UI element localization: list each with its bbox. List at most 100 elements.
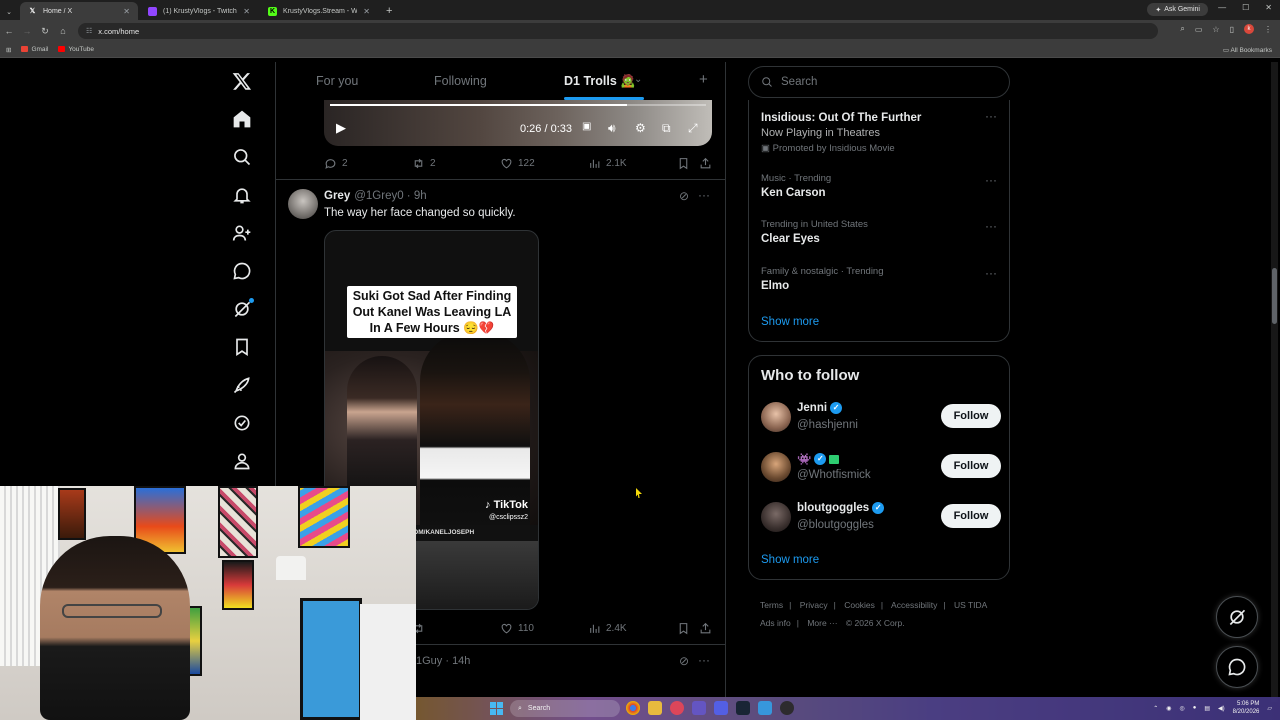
- more-options-icon[interactable]: ···: [985, 266, 997, 280]
- views-button[interactable]: 2.4K: [588, 622, 627, 635]
- apps-icon[interactable]: ⊞: [6, 46, 11, 54]
- url-field[interactable]: ☷ x.com/home: [78, 23, 1158, 39]
- maximize-icon[interactable]: ☐: [1242, 3, 1249, 12]
- ask-gemini-button[interactable]: ✦ Ask Gemini: [1147, 3, 1208, 16]
- menu-icon[interactable]: ⋮: [1264, 25, 1272, 34]
- repost-button[interactable]: 2: [412, 157, 436, 170]
- home-nav-icon[interactable]: [222, 100, 262, 138]
- verified-orgs-icon[interactable]: [222, 404, 262, 442]
- show-more-trends-link[interactable]: Show more: [761, 316, 819, 328]
- volume-icon[interactable]: 🔊︎: [608, 121, 616, 136]
- follow-button[interactable]: Follow: [941, 404, 1001, 428]
- profile-icon[interactable]: [222, 442, 262, 480]
- share-button[interactable]: [699, 622, 712, 635]
- grok-floating-button[interactable]: [1216, 596, 1258, 638]
- follow-suggestion[interactable]: Jenni ✓ @hashjenni Follow: [761, 402, 1001, 436]
- more-options-icon[interactable]: ···: [985, 109, 997, 123]
- footer-link-privacy[interactable]: Privacy: [800, 600, 828, 610]
- tray-overflow-icon[interactable]: ⌃: [1153, 705, 1158, 712]
- footer-link-more[interactable]: More ···: [807, 618, 837, 628]
- app-icon[interactable]: [758, 701, 772, 715]
- chat-bubble-icon[interactable]: [222, 252, 262, 290]
- scrollbar-track[interactable]: [1271, 62, 1278, 702]
- bookmark-gmail[interactable]: Gmail: [21, 46, 48, 53]
- all-bookmarks-button[interactable]: ▭ All Bookmarks: [1223, 46, 1272, 54]
- bookmark-button[interactable]: [677, 157, 690, 170]
- rocket-icon[interactable]: [222, 366, 262, 404]
- notifications-bell-icon[interactable]: [222, 176, 262, 214]
- suggestion-name[interactable]: bloutgoggles: [797, 502, 869, 514]
- chrome-icon[interactable]: [626, 701, 640, 715]
- fullscreen-icon[interactable]: ⤢: [688, 121, 698, 136]
- follow-people-icon[interactable]: [222, 214, 262, 252]
- trend-item[interactable]: Trending in United States Clear Eyes ···: [761, 219, 997, 245]
- like-button[interactable]: 122: [500, 157, 535, 170]
- forward-icon[interactable]: →: [18, 26, 36, 36]
- tray-app-icon[interactable]: ◉: [1166, 705, 1171, 712]
- avatar[interactable]: [761, 452, 791, 482]
- chevron-down-icon[interactable]: ⌄: [634, 74, 642, 85]
- search-input[interactable]: Search: [748, 66, 1010, 98]
- file-explorer-icon[interactable]: [648, 701, 662, 715]
- app-icon[interactable]: [670, 701, 684, 715]
- reply-button[interactable]: 2: [324, 157, 348, 170]
- more-options-icon[interactable]: ···: [698, 188, 710, 202]
- like-button[interactable]: 110: [500, 622, 534, 635]
- profile-avatar[interactable]: k: [1244, 24, 1254, 34]
- steam-icon[interactable]: [736, 701, 750, 715]
- add-tab-button[interactable]: +: [699, 71, 708, 88]
- post-author-handle[interactable]: @1Grey0 · 9h: [354, 190, 426, 202]
- follow-suggestion[interactable]: bloutgoggles ✓ @bloutgoggles Follow: [761, 502, 1001, 536]
- trend-item[interactable]: Family & nostalgic · Trending Elmo ···: [761, 266, 997, 292]
- grok-icon[interactable]: ⊘: [679, 189, 689, 203]
- bookmark-button[interactable]: [677, 622, 690, 635]
- captions-icon[interactable]: ▣: [582, 121, 591, 132]
- windows-start-icon[interactable]: [490, 702, 503, 715]
- browser-tab-kick[interactable]: K KrustyVlogs.Stream - Watch Liv ✕: [260, 2, 378, 20]
- scrollbar-thumb[interactable]: [1272, 268, 1277, 324]
- post-author-name[interactable]: Grey: [324, 190, 350, 202]
- suggestion-name[interactable]: 👾: [797, 452, 811, 466]
- new-tab-button[interactable]: +: [386, 2, 392, 20]
- volume-icon[interactable]: ◀): [1218, 705, 1225, 712]
- app-icon[interactable]: [692, 701, 706, 715]
- show-more-follow-link[interactable]: Show more: [761, 554, 819, 566]
- x-logo-icon[interactable]: [222, 62, 262, 100]
- tab-following[interactable]: Following: [434, 74, 487, 88]
- notifications-icon[interactable]: ▱: [1267, 705, 1272, 712]
- close-icon[interactable]: ✕: [363, 7, 370, 16]
- play-icon[interactable]: ▶: [336, 120, 346, 136]
- pip-icon[interactable]: ⧉: [662, 121, 671, 136]
- follow-button[interactable]: Follow: [941, 454, 1001, 478]
- minimize-icon[interactable]: —: [1218, 3, 1226, 12]
- network-icon[interactable]: ▤: [1204, 705, 1210, 712]
- footer-link-cookies[interactable]: Cookies: [844, 600, 875, 610]
- taskbar-clock[interactable]: 5:06 PM 8/20/2026: [1233, 700, 1260, 716]
- grok-icon[interactable]: ⊘: [679, 654, 689, 668]
- footer-link-terms[interactable]: Terms: [760, 600, 783, 610]
- trend-item[interactable]: Music · Trending Ken Carson ···: [761, 173, 997, 199]
- discord-icon[interactable]: [714, 701, 728, 715]
- browser-tab-twitch[interactable]: (1) KrustyVlogs - Twitch ✕: [140, 2, 258, 20]
- settings-gear-icon[interactable]: ⚙: [635, 121, 646, 135]
- home-icon[interactable]: ⌂: [54, 26, 72, 36]
- grok-icon[interactable]: [222, 290, 262, 328]
- views-button[interactable]: 2.1K: [588, 157, 627, 170]
- zoom-icon[interactable]: ⌕: [1180, 24, 1184, 34]
- more-options-icon[interactable]: ···: [985, 173, 997, 187]
- bookmark-star-icon[interactable]: ☆: [1212, 25, 1219, 34]
- tab-search-icon[interactable]: ⌄: [0, 8, 18, 16]
- cast-icon[interactable]: ▭: [1195, 25, 1203, 34]
- extensions-icon[interactable]: ▯: [1230, 25, 1234, 34]
- tray-app-icon[interactable]: ●: [1193, 705, 1197, 711]
- more-options-icon[interactable]: ···: [698, 653, 710, 667]
- tab-for-you[interactable]: For you: [316, 74, 358, 88]
- close-icon[interactable]: ✕: [243, 7, 250, 16]
- site-info-icon[interactable]: ☷: [86, 27, 92, 35]
- messages-floating-button[interactable]: [1216, 646, 1258, 688]
- avatar[interactable]: [761, 502, 791, 532]
- share-button[interactable]: [699, 157, 712, 170]
- reload-icon[interactable]: ↻: [36, 26, 54, 37]
- close-window-icon[interactable]: ✕: [1265, 3, 1272, 12]
- follow-suggestion[interactable]: 👾 ✓ @Whotfismick Follow: [761, 452, 1001, 486]
